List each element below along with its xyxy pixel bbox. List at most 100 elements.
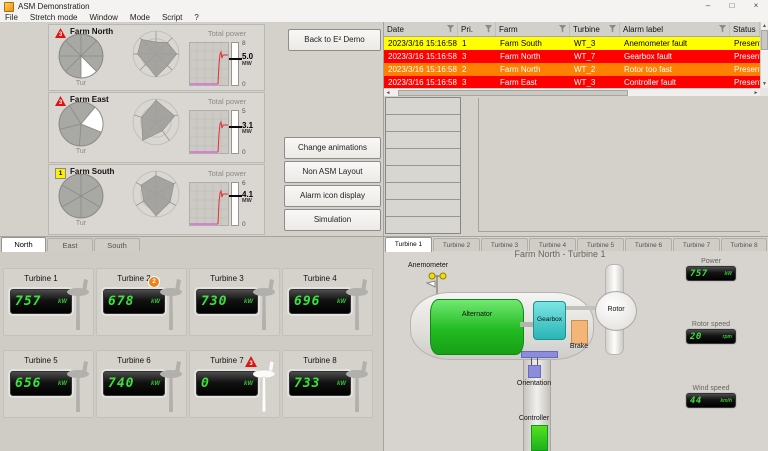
turbine-tile-8[interactable]: Turbine 8 733kW	[282, 350, 373, 418]
controller-component[interactable]	[531, 425, 548, 451]
alternator-component[interactable]: Alternator	[430, 299, 524, 355]
turbine-pie-chart	[57, 172, 105, 220]
maximize-button[interactable]: □	[720, 0, 744, 13]
horizontal-divider	[0, 236, 768, 237]
list-row	[386, 166, 460, 183]
turbine-tile-4[interactable]: Turbine 4 696kW	[282, 268, 373, 336]
total-power-label: Total power	[187, 97, 267, 106]
menu-mode[interactable]: Mode	[130, 13, 150, 22]
brake-component[interactable]	[571, 320, 588, 344]
detail-title: Farm North - Turbine 1	[420, 249, 700, 259]
minimize-button[interactable]: –	[696, 0, 720, 13]
farm-panel-south[interactable]: 1 Farm South Tur Total power	[48, 164, 265, 235]
alarm-table: Date Pri. Farm Turbine Alarm label Statu…	[384, 22, 768, 96]
menu-script[interactable]: Script	[162, 13, 182, 22]
tab-farm-north[interactable]: North	[1, 237, 46, 252]
turbine-tile-label: Turbine 4	[289, 274, 351, 283]
scrollbar-thumb[interactable]	[398, 90, 628, 96]
horizontal-scrollbar[interactable]: ◄ ►	[384, 88, 760, 96]
empty-chart-axes	[478, 98, 760, 232]
turbine-tile-6[interactable]: Turbine 6 740kW	[96, 350, 187, 418]
rotor-component[interactable]: Rotor	[595, 291, 637, 331]
list-row	[386, 183, 460, 200]
column-header-alarm-label[interactable]: Alarm label	[620, 22, 730, 36]
app-window: ASM Demonstration – □ × File Stretch mod…	[0, 0, 768, 451]
pie-chart-label: Tur	[57, 220, 105, 227]
menu-stretch-mode[interactable]: Stretch mode	[30, 13, 78, 22]
gauge-marker	[229, 126, 242, 128]
column-header-turbine[interactable]: Turbine	[570, 22, 620, 36]
alternator-label: Alternator	[431, 311, 523, 318]
change-animations-button[interactable]: Change animations	[284, 137, 381, 159]
gauge-marker	[229, 195, 242, 197]
back-to-demo-button[interactable]: Back to E² Demo	[288, 29, 381, 51]
power-display: 656kW	[10, 371, 72, 396]
simulation-button[interactable]: Simulation	[284, 209, 381, 231]
wind-speed-value-display: 44km/h	[686, 393, 736, 408]
turbine-tile-label: Turbine 8	[289, 356, 351, 365]
alarm-row[interactable]: 2023/3/16 15:16:583Farm NorthWT_7Gearbox…	[384, 50, 760, 63]
turbine-tile-label: Turbine 5	[10, 356, 72, 365]
list-row	[386, 217, 460, 233]
menu-file[interactable]: File	[5, 13, 18, 22]
radar-chart	[131, 97, 181, 147]
scroll-up-icon[interactable]: ▲	[761, 22, 768, 30]
scroll-right-icon[interactable]: ►	[752, 90, 760, 96]
window-controls: – □ ×	[696, 0, 768, 13]
gauge-max: 8	[242, 40, 246, 47]
filter-icon[interactable]	[485, 25, 492, 33]
scroll-down-icon[interactable]: ▼	[761, 80, 768, 88]
column-header-priority[interactable]: Pri.	[458, 22, 496, 36]
non-asm-layout-button[interactable]: Non ASM Layout	[284, 161, 381, 183]
gauge-bar	[231, 42, 239, 86]
wind-turbine-icon	[346, 360, 372, 414]
radar-chart	[131, 29, 181, 79]
window-title: ASM Demonstration	[18, 2, 90, 11]
turbine-tile-5[interactable]: Turbine 5 656kW	[3, 350, 94, 418]
menu-help[interactable]: ?	[194, 13, 198, 22]
turbine-tile-label: Turbine 3	[196, 274, 258, 283]
turbine-tile-2[interactable]: Turbine 2 2 678kW	[96, 268, 187, 336]
farm-panel-east[interactable]: 3 Farm East Tur Total power	[48, 92, 265, 163]
column-header-status[interactable]: Status	[730, 22, 760, 36]
tab-farm-south[interactable]: South	[94, 238, 140, 251]
scrollbar-thumb[interactable]	[761, 30, 768, 50]
turbine-tile-1[interactable]: Turbine 1 757kW	[3, 268, 94, 336]
orientation-component[interactable]	[528, 365, 541, 378]
rotor-speed-value-display: 20rpm	[686, 329, 736, 344]
scroll-left-icon[interactable]: ◄	[384, 90, 392, 96]
alarm-row[interactable]: 2023/3/16 15:16:583Farm EastWT_3Controll…	[384, 76, 760, 88]
power-display: 733kW	[289, 371, 351, 396]
close-button[interactable]: ×	[744, 0, 768, 13]
controller-label: Controller	[504, 415, 564, 422]
pie-chart-label: Tur	[57, 148, 105, 155]
pie-chart-label: Tur	[57, 80, 105, 87]
filter-icon[interactable]	[719, 25, 726, 33]
power-display: 730kW	[196, 289, 258, 314]
turbine-tile-3[interactable]: Turbine 3 730kW	[189, 268, 280, 336]
power-display: 757kW	[10, 289, 72, 314]
tab-turbine-1[interactable]: Turbine 1	[385, 237, 432, 252]
column-header-date[interactable]: Date	[384, 22, 458, 36]
alarm-row[interactable]: 2023/3/16 15:16:582Farm NorthWT_2Rotor t…	[384, 63, 760, 76]
title-bar: ASM Demonstration – □ ×	[0, 0, 768, 14]
gauge-value: 4.1MW	[242, 191, 265, 205]
menu-window[interactable]: Window	[89, 13, 117, 22]
column-header-farm[interactable]: Farm	[496, 22, 570, 36]
turbine-tile-7[interactable]: Turbine 7 3 0kW	[189, 350, 280, 418]
alarm-row[interactable]: 2023/3/16 15:16:581Farm SouthWT_3Anemome…	[384, 37, 760, 50]
tab-farm-east[interactable]: East	[47, 238, 93, 251]
power-gauge: 5 0 3.1MW	[231, 110, 265, 154]
radar-chart	[131, 169, 181, 219]
tab-turbine-8[interactable]: Turbine 8	[721, 238, 767, 251]
filter-icon[interactable]	[447, 25, 454, 33]
gauge-min: 0	[242, 149, 246, 156]
wind-turbine-icon	[160, 278, 186, 332]
filter-icon[interactable]	[609, 25, 616, 33]
farm-panel-north[interactable]: 3 Farm North Tur Total power	[48, 24, 265, 91]
alarm-table-header: Date Pri. Farm Turbine Alarm label Statu…	[384, 22, 760, 37]
vertical-scrollbar[interactable]: ▲ ▼	[760, 22, 768, 88]
alarm-icon-display-button[interactable]: Alarm icon display	[284, 185, 381, 207]
filter-icon[interactable]	[559, 25, 566, 33]
gearbox-component[interactable]: Gearbox	[533, 301, 566, 340]
